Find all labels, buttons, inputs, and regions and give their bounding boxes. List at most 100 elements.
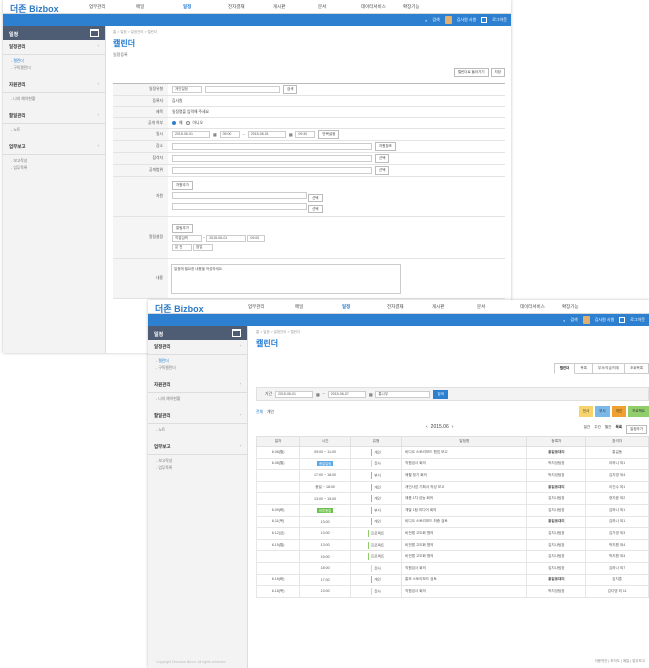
tab[interactable]: 부서/직급/직위	[592, 363, 626, 374]
sidebar-section[interactable]: 자원관리	[148, 378, 247, 393]
sidebar-section[interactable]: 일정관리	[148, 340, 247, 355]
sidebar-item[interactable]: - 캘린더	[148, 358, 247, 365]
next-month-icon[interactable]: ›	[452, 424, 454, 430]
type-filter-chip[interactable]: 프로젝트	[628, 406, 649, 417]
view-option[interactable]: 일정추가	[626, 425, 647, 434]
prev-month-icon[interactable]: ‹	[426, 424, 428, 430]
calendar-select[interactable]	[205, 86, 280, 93]
gnb-menu-item[interactable]: 문서	[318, 4, 326, 10]
resource-input[interactable]	[172, 203, 307, 210]
sidebar-section[interactable]: 업무보고	[3, 140, 105, 155]
end-date-input[interactable]: 2015-06-07	[327, 390, 366, 398]
gnb-menu-item[interactable]: 업무관리	[248, 304, 265, 310]
view-option[interactable]: 주간	[594, 425, 601, 434]
type-filter-chip[interactable]: 전사	[578, 406, 594, 417]
back-to-calendar-button[interactable]: 캘린더로 돌아가기	[453, 68, 489, 77]
place-search-button[interactable]: 자원참조	[375, 142, 396, 151]
resource-select-button[interactable]: 선택	[308, 194, 323, 202]
table-row[interactable]: 종일 ~ 18:00 개인 개인사업 기획서 작성 보고 홍길동대리 이건수 외1	[255, 480, 649, 494]
schedule-title-link[interactable]: 매월 정기 회의	[401, 469, 528, 482]
schedule-title-link[interactable]: 비디오 스토리보드 최종 검토	[401, 515, 528, 529]
resource-select-button[interactable]: 선택	[308, 205, 323, 213]
calendar-icon[interactable]	[90, 29, 99, 37]
alarm-type-select[interactable]: 직접입력	[172, 235, 202, 242]
apps-grid-icon[interactable]	[619, 317, 626, 323]
gnb-menu-item[interactable]: 확장기능	[562, 304, 579, 310]
attendee-input[interactable]	[172, 155, 372, 162]
search-icon[interactable]: ⌕	[425, 18, 427, 23]
alarm-date-input[interactable]: 2015-06-01	[206, 235, 247, 242]
gnb-menu-item[interactable]: 게시판	[432, 304, 444, 310]
logout-button[interactable]: 로그아웃	[630, 317, 645, 323]
start-time-select[interactable]: 09:00	[219, 131, 240, 138]
schedule-title-link[interactable]: 직원검사 회의	[401, 585, 528, 598]
table-row[interactable]: 6.11(목) 13:00 개인 비디오 스토리보드 최종 검토 홍길동대리 김하나 외1	[255, 515, 649, 529]
calendar-icon[interactable]: ▦	[369, 392, 373, 397]
gnb-menu-item[interactable]: 전자결재	[228, 4, 245, 10]
table-row[interactable]: 6.08(월) 09:00 ~ 11:00 개인 비디오 스토리보드 협업 보고 홍길동…	[255, 446, 649, 459]
resource-input[interactable]	[172, 192, 307, 199]
table-row[interactable]: 6.12(금) 13:00 프로젝트 비전맵 고도화 협의 김지나팀장 김가영 외3	[255, 527, 649, 540]
calendar-icon[interactable]: ▦	[289, 132, 293, 137]
type-select[interactable]: 개인일정	[172, 86, 202, 93]
sidebar-item[interactable]: - 나의 예약현황	[3, 96, 105, 103]
start-date-input[interactable]: 2015-06-01	[275, 390, 313, 398]
calendar-icon[interactable]: ▦	[316, 392, 320, 397]
tab[interactable]: 조회목록	[625, 363, 649, 374]
calendar-icon[interactable]	[232, 329, 241, 337]
table-row[interactable]: 6.09(화) 하루종일 부서 개발 1팀 미디어 회의 김지나팀장 김하나 외1	[255, 503, 649, 517]
sidebar-item[interactable]: - 구독캘린더	[3, 65, 105, 72]
search-label[interactable]: 검색	[570, 317, 577, 323]
gnb-menu-item[interactable]: 문서	[477, 304, 485, 310]
alarm-unit-select[interactable]: 분 전	[172, 244, 192, 251]
gnb-menu-item[interactable]: 메일	[295, 304, 303, 310]
table-row[interactable]: 6.08(월) 종일일정 전사 직원검사 회의 박지성팀장 이하나 외1	[255, 457, 649, 471]
save-button[interactable]: 저장	[490, 68, 505, 77]
gnb-menu-item[interactable]: 일정	[342, 304, 350, 310]
user-name[interactable]: 김사원 사원	[595, 317, 615, 323]
gnb-menu-item[interactable]: 데이터서비스	[361, 4, 386, 10]
sidebar-section[interactable]: 일정관리	[3, 40, 105, 55]
gnb-menu-item[interactable]: 게시판	[273, 4, 285, 10]
content-textarea[interactable]: 일정에 필요한 내용을 작성하세요.	[171, 263, 401, 294]
start-date-input[interactable]: 2015-06-01	[172, 131, 210, 138]
search-button[interactable]: 검색	[433, 389, 448, 399]
sidebar-item[interactable]: - 보고작성	[3, 158, 105, 165]
end-time-select[interactable]: 09:30	[295, 131, 316, 138]
type-filter-chip[interactable]: 부서	[595, 406, 610, 417]
repeat-button[interactable]: 반복설정	[318, 130, 340, 139]
schedule-title-link[interactable]: 제품 1차 성능 회의	[401, 492, 528, 505]
view-option[interactable]: 일간	[584, 425, 591, 434]
sidebar-item[interactable]: - 업무목록	[3, 165, 105, 172]
sidebar-item[interactable]: - 보고작성	[148, 458, 247, 465]
sidebar-item[interactable]: - 캘린더	[3, 58, 105, 65]
apps-grid-icon[interactable]	[481, 17, 488, 23]
sidebar-item[interactable]: - 노트	[148, 427, 247, 434]
schedule-title-link[interactable]: 비디오 스토리보드 협업 보고	[401, 446, 528, 459]
table-row[interactable]: 15:00 프로젝트 비전맵 고도화 협의 김지나팀장 박지원 외4	[255, 550, 649, 563]
calendar-icon[interactable]: ▦	[213, 132, 217, 137]
table-row[interactable]: 6.18(목) 13:00 전사 직원검사 회의 박지성팀장 김다영 외 11	[255, 585, 649, 598]
view-option[interactable]: 목록	[615, 425, 622, 434]
sidebar-section[interactable]: 업무보고	[148, 440, 247, 455]
schedule-title-link[interactable]: 홍보 스토리보드 검토	[401, 573, 528, 587]
schedule-title-link[interactable]: 비전맵 고도화 협의	[401, 550, 528, 563]
public-yes-radio[interactable]	[172, 121, 176, 125]
view-option[interactable]: 월간	[605, 425, 612, 434]
sidebar-section[interactable]: 자원관리	[3, 78, 105, 93]
table-row[interactable]: 13:00 ~ 15:00 개인 제품 1차 성능 회의 김지나팀장 정지윤 외2	[255, 492, 649, 505]
table-row[interactable]: 18:00 전사 직원검사 회의 김지나팀장 김하나 외7	[255, 561, 649, 575]
table-row[interactable]: 6.15(월) 13:00 프로젝트 비전맵 고도화 협의 김지나팀장 박지원 외4	[255, 538, 649, 552]
alarm-time-select[interactable]: 09:00	[247, 235, 266, 242]
filter-all[interactable]: 전체	[256, 410, 263, 415]
sidebar-item[interactable]: - 구독캘린더	[148, 365, 247, 372]
search-label[interactable]: 검색	[432, 17, 439, 23]
alarm-method-select[interactable]: 팝업	[193, 244, 214, 251]
title-field[interactable]: 일정명을 입력해 주세요	[168, 109, 505, 116]
table-row[interactable]: 17:00 ~ 18:00 부서 매월 정기 회의 박지성팀장 김지영 외4	[255, 469, 649, 482]
sidebar-item[interactable]: - 업무목록	[148, 465, 247, 472]
attendee-select-button[interactable]: 선택	[375, 154, 390, 163]
gnb-menu-item[interactable]: 업무관리	[89, 4, 106, 10]
user-name[interactable]: 김사원 사원	[457, 17, 477, 23]
add-alarm-button[interactable]: 알림추가	[172, 224, 193, 233]
